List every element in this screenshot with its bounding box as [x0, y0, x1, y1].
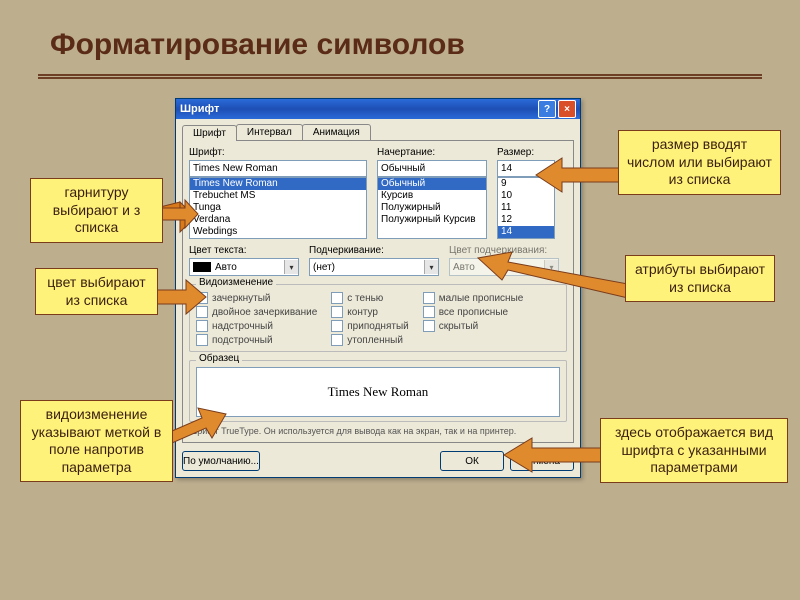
check-dblstrike[interactable]: двойное зачеркивание: [196, 305, 317, 319]
annot-vidoizm: видоизменение указывают меткой в поле на…: [20, 400, 173, 482]
title-underline: [38, 74, 762, 76]
style-listbox[interactable]: Обычный Курсив Полужирный Полужирный Кур…: [377, 177, 487, 239]
list-item[interactable]: Полужирный Курсив: [378, 214, 486, 226]
tab-animation[interactable]: Анимация: [302, 124, 371, 140]
annot-garnitura: гарнитуру выбирают и з списка: [30, 178, 163, 243]
annot-size: размер вводят числом или выбирают из спи…: [618, 130, 781, 195]
ok-button[interactable]: ОК: [440, 451, 504, 471]
color-combo[interactable]: Авто ▾: [189, 258, 299, 276]
check-hidden[interactable]: скрытый: [423, 319, 524, 333]
font-input[interactable]: Times New Roman: [189, 160, 367, 177]
annot-attrib: атрибуты выбирают из списка: [625, 255, 775, 302]
annot-preview: здесь отображается вид шрифта с указанны…: [600, 418, 788, 483]
help-button[interactable]: ?: [538, 100, 556, 118]
annot-color: цвет выбирают из списка: [35, 268, 158, 315]
check-outline[interactable]: контур: [331, 305, 408, 319]
list-item[interactable]: Обычный: [378, 178, 486, 190]
tab-interval[interactable]: Интервал: [236, 124, 303, 140]
font-listbox[interactable]: Times New Roman Trebuchet MS Tunga Verda…: [189, 177, 367, 239]
list-item[interactable]: 11: [498, 202, 554, 214]
list-item[interactable]: 12: [498, 214, 554, 226]
close-button[interactable]: ×: [558, 100, 576, 118]
dialog-title: Шрифт: [180, 103, 219, 115]
list-item[interactable]: Полужирный: [378, 202, 486, 214]
check-shadow[interactable]: с тенью: [331, 291, 408, 305]
chevron-down-icon[interactable]: ▾: [284, 260, 298, 274]
dialog-titlebar[interactable]: Шрифт ? ×: [176, 99, 580, 119]
check-strikethrough[interactable]: зачеркнутый: [196, 291, 317, 305]
color-swatch: [193, 262, 211, 272]
list-item[interactable]: Times New Roman: [190, 178, 366, 190]
check-engrave[interactable]: утопленный: [331, 333, 408, 347]
chevron-down-icon[interactable]: ▾: [424, 260, 438, 274]
list-item[interactable]: Webdings: [190, 226, 366, 238]
group-vid-legend: Видоизменение: [196, 277, 276, 288]
underline-value: (нет): [313, 262, 335, 273]
tab-font[interactable]: Шрифт: [182, 125, 237, 141]
list-item[interactable]: Trebuchet MS: [190, 190, 366, 202]
underline-label: Подчеркивание:: [309, 245, 439, 256]
group-sample: Образец Times New Roman: [189, 360, 567, 422]
size-label: Размер:: [497, 147, 555, 158]
font-label: Шрифт:: [189, 147, 367, 158]
check-superscript[interactable]: надстрочный: [196, 319, 317, 333]
dialog-tabs: Шрифт Интервал Анимация: [182, 124, 576, 140]
sample-preview: Times New Roman: [196, 367, 560, 417]
group-sample-legend: Образец: [196, 353, 242, 364]
list-item[interactable]: Курсив: [378, 190, 486, 202]
slide-title: Форматирование символов: [50, 28, 465, 62]
style-label: Начертание:: [377, 147, 487, 158]
check-emboss[interactable]: приподнятый: [331, 319, 408, 333]
list-item[interactable]: Tunga: [190, 202, 366, 214]
list-item[interactable]: 14: [498, 226, 554, 238]
color-label: Цвет текста:: [189, 245, 299, 256]
list-item[interactable]: Verdana: [190, 214, 366, 226]
underline-combo[interactable]: (нет) ▾: [309, 258, 439, 276]
style-input[interactable]: Обычный: [377, 160, 487, 177]
check-subscript[interactable]: подстрочный: [196, 333, 317, 347]
color-value: Авто: [215, 262, 237, 273]
